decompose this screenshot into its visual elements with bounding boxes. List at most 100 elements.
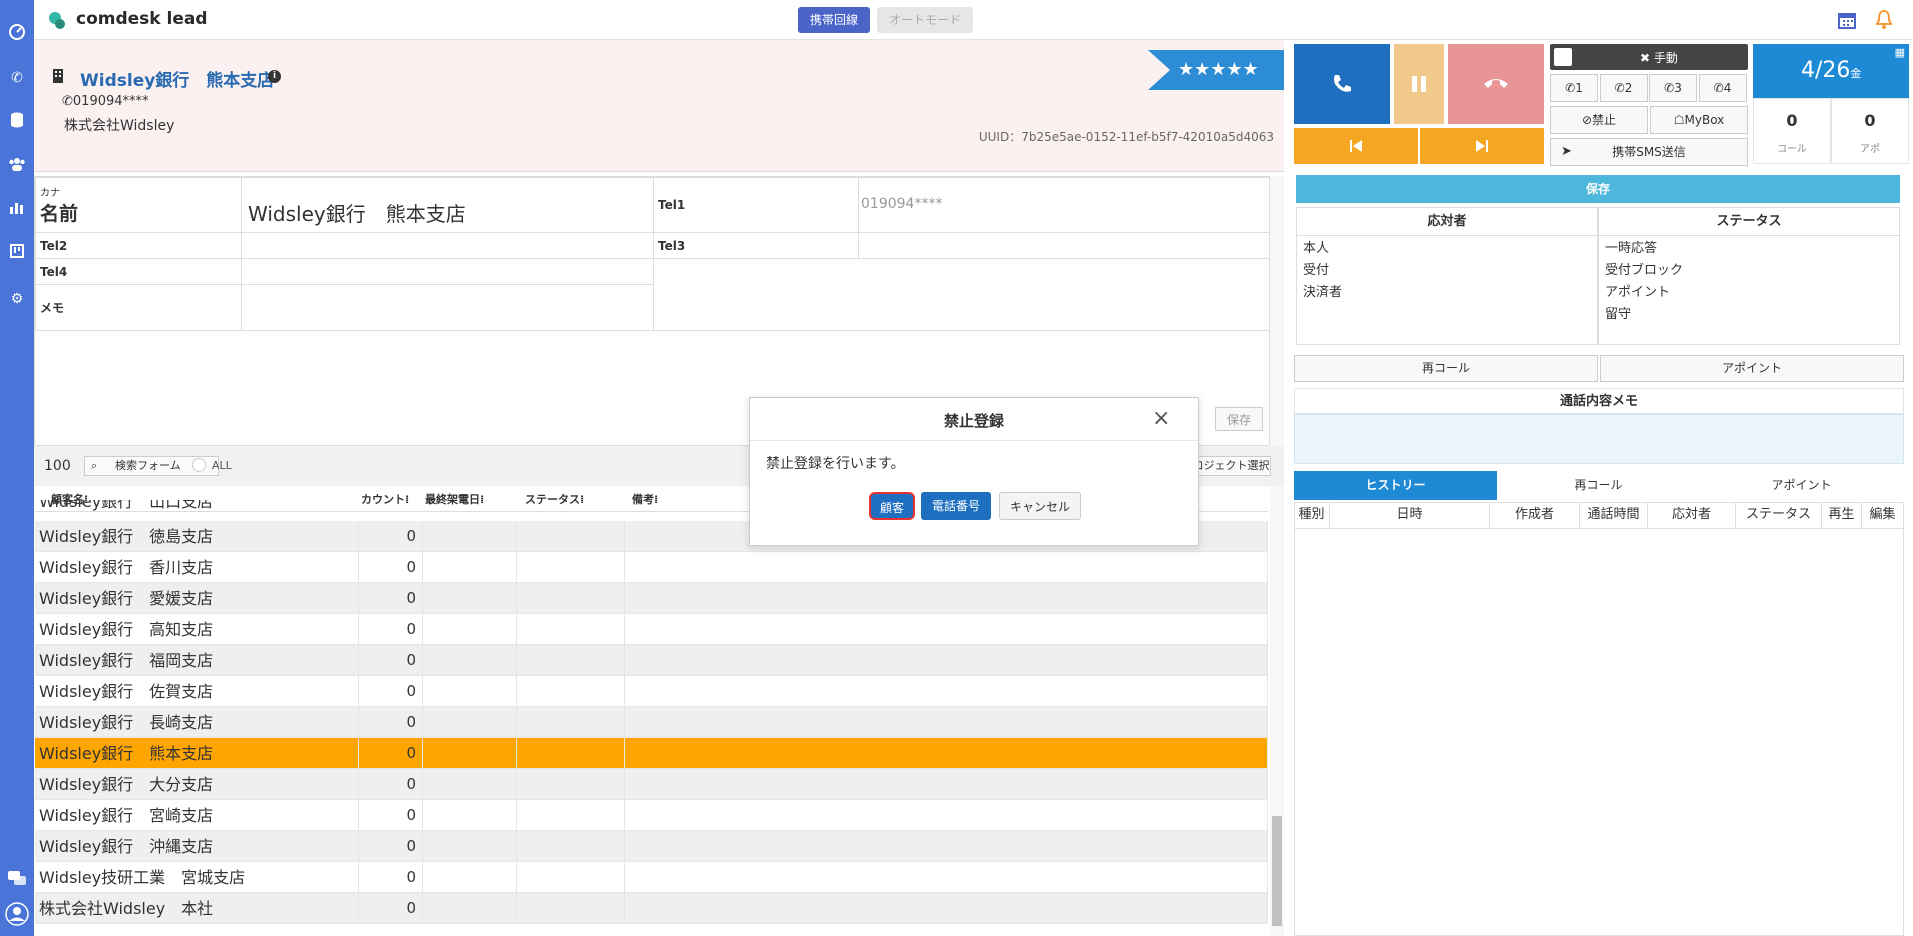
board-icon[interactable] [5, 243, 29, 265]
table-row[interactable]: Widsley銀行 佐賀支店 0 [35, 676, 1268, 707]
cell-status [517, 862, 625, 893]
line-button-2[interactable]: ✆2 [1599, 74, 1648, 102]
call-button[interactable] [1294, 44, 1390, 124]
ban-phone-button[interactable]: 電話番号 [921, 492, 991, 520]
hold-button[interactable] [1394, 44, 1444, 124]
chart-icon[interactable] [5, 199, 29, 221]
table-row[interactable]: Widsley技研工業 宮城支店 0 [35, 862, 1268, 893]
cell-count: 0 [359, 614, 423, 645]
status-select[interactable]: ステータス 一時応答 受付ブロック アポイント 留守 [1598, 207, 1900, 345]
mybox-button[interactable]: ☖MyBox [1650, 106, 1748, 134]
cell-name: Widsley銀行 高知支店 [35, 614, 359, 645]
history-col-6: 再生 [1822, 502, 1862, 528]
responder-option[interactable]: 決済者 [1303, 282, 1591, 304]
cell-last-call [423, 552, 517, 583]
table-row[interactable]: Widsley銀行 長崎支店 0 [35, 707, 1268, 738]
modal-cancel-button[interactable]: キャンセル [999, 492, 1081, 520]
cell-status [517, 769, 625, 800]
status-option[interactable]: 留守 [1605, 304, 1893, 326]
tel4-field[interactable] [241, 258, 654, 285]
form-save-button[interactable]: 保存 [1215, 407, 1263, 431]
prev-button[interactable] [1294, 128, 1418, 164]
table-row-selected[interactable]: Widsley銀行 熊本支店 0 [35, 738, 1268, 769]
line-button-3[interactable]: ✆3 [1649, 74, 1697, 102]
project-select-button[interactable]: ロジェクト選択 [1191, 456, 1271, 476]
cell-status [517, 707, 625, 738]
status-option[interactable]: アポイント [1605, 282, 1893, 304]
history-tab-2[interactable]: アポイント [1700, 471, 1903, 500]
tel1-label: Tel1 [653, 177, 859, 233]
status-option[interactable]: 一時応答 [1605, 238, 1893, 260]
info-icon[interactable]: i [268, 70, 281, 83]
tel4-label: Tel4 [35, 258, 242, 285]
form-scrollbar[interactable] [1270, 176, 1284, 446]
all-toggle[interactable] [192, 458, 206, 472]
tel3-field[interactable] [858, 232, 1269, 259]
history-table [1294, 502, 1904, 936]
call-memo-input[interactable] [1294, 414, 1904, 464]
appoint-button[interactable]: アポイント [1600, 355, 1904, 382]
account-icon[interactable] [5, 902, 29, 930]
recall-button[interactable]: 再コール [1294, 355, 1598, 382]
auto-mode-button[interactable]: オートモード [877, 7, 974, 33]
bell-icon[interactable] [1874, 9, 1894, 34]
top-bar: comdesk lead 携帯回線 オートモード [34, 0, 1913, 40]
phone-icon[interactable]: ✆ [5, 67, 29, 89]
table-row[interactable]: Widsley銀行 高知支店 0 [35, 614, 1268, 645]
table-row[interactable]: Widsley銀行 福岡支店 0 [35, 645, 1268, 676]
cell-notes [625, 862, 1268, 893]
gear-icon[interactable]: ⚙ [5, 288, 29, 310]
manual-toggle[interactable]: ✖ 手動 [1550, 44, 1748, 70]
customer-header: Widsley銀行 熊本支店 i ✆019094**** 株式会社Widsley… [34, 40, 1284, 172]
table-row[interactable]: 株式会社Widsley 本社 0 [35, 893, 1268, 924]
cell-name: Widsley銀行 佐賀支店 [35, 676, 359, 707]
line-button-1[interactable]: ✆1 [1550, 74, 1598, 102]
status-list: 一時応答 受付ブロック アポイント 留守 [1599, 236, 1899, 328]
cell-count: 0 [359, 738, 423, 769]
line-button-4[interactable]: ✆4 [1698, 74, 1747, 102]
table-row[interactable]: Widsley銀行 沖縄支店 0 [35, 831, 1268, 862]
ban-button[interactable]: ⊘禁止 [1550, 106, 1648, 134]
tel1-field[interactable]: 019094**** [858, 177, 1269, 233]
calendar-small-icon[interactable]: ▦ [1895, 46, 1905, 59]
skip-forward-icon [1476, 140, 1488, 152]
history-tab-1[interactable]: 再コール [1497, 471, 1700, 500]
status-option[interactable]: 受付ブロック [1605, 260, 1893, 282]
tel2-field[interactable] [241, 232, 654, 259]
responder-option[interactable]: 受付 [1303, 260, 1591, 282]
mobile-line-button[interactable]: 携帯回線 [798, 7, 871, 33]
help-icon[interactable] [5, 870, 29, 892]
cell-count: 0 [359, 583, 423, 614]
responder-select[interactable]: 応対者 本人 受付 決済者 [1296, 207, 1598, 345]
next-button[interactable] [1420, 128, 1544, 164]
history-col-7: 編集 [1862, 502, 1904, 528]
sms-button[interactable]: ➤ 携帯SMS送信 [1550, 138, 1748, 166]
name-field[interactable]: Widsley銀行 熊本支店 [241, 177, 654, 233]
grid-scrollbar-thumb[interactable] [1272, 816, 1282, 926]
table-row[interactable]: Widsley銀行 大分支店 0 [35, 769, 1268, 800]
modal-title: 禁止登録 [943, 412, 1004, 430]
call-count-label: コール [1777, 144, 1807, 155]
responder-option[interactable]: 本人 [1303, 238, 1591, 260]
calendar-icon[interactable] [1837, 10, 1857, 33]
database-icon[interactable] [5, 112, 29, 134]
customer-name-title[interactable]: Widsley銀行 熊本支店 [80, 66, 274, 91]
cell-last-call [423, 862, 517, 893]
panel-save-button[interactable]: 保存 [1296, 175, 1900, 203]
grid-scrollbar[interactable] [1270, 486, 1284, 936]
close-icon[interactable]: × [1152, 406, 1170, 431]
call-count-value: 0 [1786, 111, 1798, 130]
table-row[interactable]: Widsley銀行 宮崎支店 0 [35, 800, 1268, 831]
search-form-label: 検索フォーム [115, 459, 181, 472]
dashboard-icon[interactable] [5, 24, 29, 46]
ban-customer-button[interactable]: 顧客 [869, 492, 915, 520]
manual-checkbox[interactable] [1554, 48, 1572, 66]
hangup-button[interactable] [1448, 44, 1544, 124]
users-icon[interactable] [5, 156, 29, 178]
customer-phone-value: 019094**** [72, 94, 149, 109]
table-row[interactable]: Widsley銀行 愛媛支店 0 [35, 583, 1268, 614]
memo-field[interactable] [241, 284, 654, 331]
logo-icon [48, 11, 66, 29]
table-row[interactable]: Widsley銀行 香川支店 0 [35, 552, 1268, 583]
history-tab-0[interactable]: ヒストリー [1294, 471, 1497, 500]
